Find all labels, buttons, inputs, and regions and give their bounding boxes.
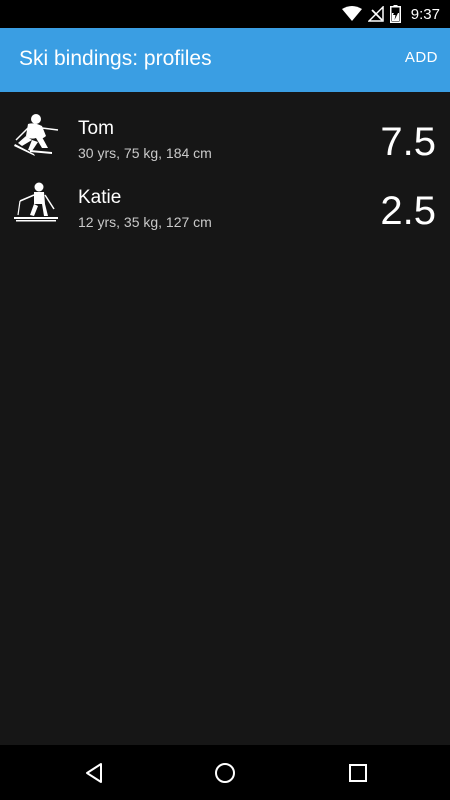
advanced-skier-icon (12, 110, 62, 158)
navigation-bar (0, 745, 450, 800)
status-icons: 9:37 (341, 0, 440, 28)
status-bar: 9:37 (0, 0, 450, 28)
din-value: 2.5 (380, 189, 436, 233)
page-title: Ski bindings: profiles (19, 47, 212, 70)
profile-details: 30 yrs, 75 kg, 184 cm (78, 145, 212, 161)
home-icon[interactable] (213, 761, 237, 785)
beginner-skier-icon (12, 179, 62, 227)
add-profile-button[interactable]: ADD (405, 49, 438, 66)
profile-list: Tom 30 yrs, 75 kg, 184 cm 7.5 Katie 12 y… (0, 92, 450, 244)
profile-row-tom[interactable]: Tom 30 yrs, 75 kg, 184 cm 7.5 (0, 106, 450, 175)
battery-icon (389, 5, 401, 23)
profile-name: Tom (78, 118, 114, 139)
profile-name: Katie (78, 187, 122, 208)
profile-details: 12 yrs, 35 kg, 127 cm (78, 214, 212, 230)
app-bar: Ski bindings: profiles ADD (0, 28, 450, 92)
wifi-icon (341, 6, 362, 22)
no-signal-icon (367, 6, 384, 22)
profile-row-katie[interactable]: Katie 12 yrs, 35 kg, 127 cm 2.5 (0, 175, 450, 244)
din-value: 7.5 (380, 120, 436, 164)
status-time: 9:37 (410, 5, 440, 23)
back-icon[interactable] (82, 761, 106, 785)
recents-icon[interactable] (346, 761, 370, 785)
